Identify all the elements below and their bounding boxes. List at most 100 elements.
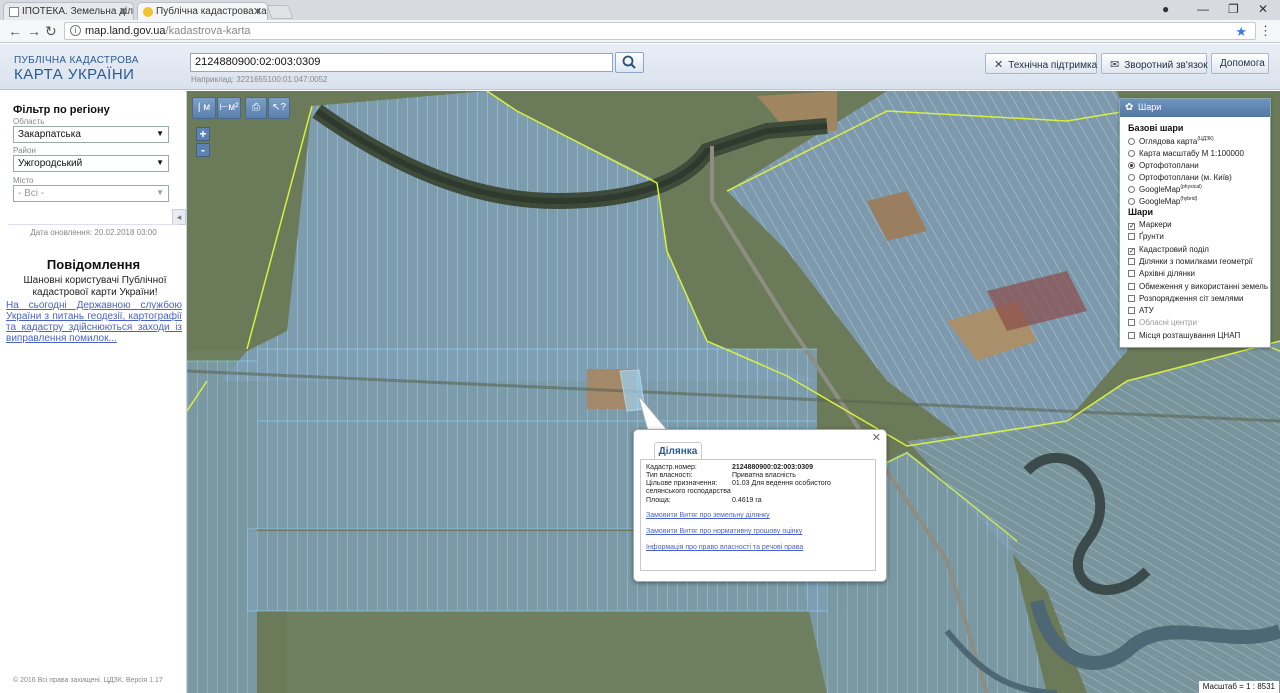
checkbox[interactable] bbox=[1128, 233, 1135, 241]
popup-body: Кадастр.номер: 2124880900:02:003:0309 Тип… bbox=[640, 459, 876, 571]
browser-tab-ipoteka[interactable]: ІПОТЕКА. Земельна ділян ✕ bbox=[3, 2, 134, 20]
row-key: Кадастр.номер: bbox=[646, 464, 697, 471]
address-bar: ← → ↻ i map.land.gov.ua/kadastrova-karta… bbox=[0, 20, 1280, 43]
reload-icon[interactable]: ↻ bbox=[45, 23, 57, 39]
checkbox[interactable] bbox=[1128, 270, 1135, 278]
overlay-layer-option[interactable]: Розпорядження сіт землями bbox=[1128, 294, 1244, 303]
city-label: Місто bbox=[13, 176, 34, 185]
overlay-layer-option[interactable]: АТУ bbox=[1128, 306, 1154, 315]
oblast-value: Закарпатська bbox=[18, 129, 81, 140]
base-layer-option[interactable]: Ортофотоплани bbox=[1128, 160, 1199, 170]
base-layer-option[interactable]: Карта масштабу М 1:100000 bbox=[1128, 148, 1244, 158]
tab-parcel[interactable]: Ділянка bbox=[654, 442, 702, 460]
checkbox[interactable]: ✓ bbox=[1128, 223, 1135, 230]
close-icon[interactable]: ✕ bbox=[872, 431, 881, 444]
close-icon[interactable]: ✕ bbox=[253, 5, 262, 18]
radio-button[interactable] bbox=[1128, 150, 1135, 157]
new-tab-button[interactable] bbox=[266, 5, 294, 19]
bookmark-star-icon[interactable]: ★ bbox=[1235, 24, 1247, 40]
gear-icon: ✿ bbox=[1125, 102, 1134, 113]
ruler-length-button[interactable]: | м bbox=[192, 97, 216, 119]
base-layer-label: Ортофотоплани bbox=[1139, 161, 1199, 170]
overlay-layer-option[interactable]: Обмеження у використанні земель bbox=[1128, 282, 1268, 291]
checkbox[interactable] bbox=[1128, 307, 1135, 315]
tab-title: Публічна кадастрова ка bbox=[156, 6, 267, 17]
base-layer-label: GoogleMap bbox=[1139, 185, 1181, 194]
maximize-icon[interactable]: ❐ bbox=[1228, 2, 1239, 16]
profile-icon[interactable]: ● bbox=[1162, 2, 1169, 16]
radio-button[interactable] bbox=[1128, 138, 1135, 145]
city-select[interactable]: - Всі - ▼ bbox=[13, 185, 169, 202]
window-close-icon[interactable]: ✕ bbox=[1258, 2, 1268, 16]
base-layer-option[interactable]: Оглядова карта(ЦДЗК) bbox=[1128, 136, 1214, 146]
search-button[interactable] bbox=[615, 52, 644, 73]
overlay-layer-option[interactable]: ✓ Кадастровий поділ bbox=[1128, 245, 1209, 255]
info-icon[interactable]: i bbox=[70, 25, 81, 36]
base-layer-option[interactable]: GoogleMap(physical) bbox=[1128, 184, 1202, 194]
zoom-in-button[interactable]: + bbox=[196, 127, 210, 141]
checkbox[interactable] bbox=[1128, 257, 1135, 265]
overlay-layer-label: Маркери bbox=[1139, 220, 1172, 229]
radio-button[interactable] bbox=[1128, 198, 1135, 205]
base-layer-option[interactable]: Ортофотоплани (м. Київ) bbox=[1128, 172, 1232, 182]
overlay-layer-option[interactable]: Обласні центри bbox=[1128, 318, 1197, 327]
overlay-layer-option[interactable]: Ґрунти bbox=[1128, 232, 1164, 241]
radio-button[interactable] bbox=[1128, 186, 1135, 193]
tech-support-button[interactable]: ✕ Технічна підтримка bbox=[985, 53, 1097, 74]
browser-menu-icon[interactable]: ⋮ bbox=[1259, 23, 1272, 39]
news-text: Шановні користувачі Публічної кадастрово… bbox=[23, 275, 167, 298]
oblast-label: Область bbox=[13, 117, 45, 126]
ownership-info-link[interactable]: Інформація про право власності та речові… bbox=[646, 544, 803, 551]
popup-row-ownership: Тип власності: Приватна власність bbox=[646, 472, 796, 479]
identify-button[interactable]: ↖? bbox=[268, 97, 290, 119]
overlay-layer-option[interactable]: Ділянки з помилками геометрії bbox=[1128, 257, 1253, 266]
layers-header[interactable]: ✿ Шари bbox=[1120, 99, 1270, 117]
forward-arrow-icon[interactable]: → bbox=[27, 23, 41, 39]
url-input[interactable]: i map.land.gov.ua/kadastrova-karta ★ bbox=[64, 22, 1256, 40]
ruler-area-button[interactable]: ⊢м² bbox=[217, 97, 241, 119]
checkbox[interactable] bbox=[1128, 294, 1135, 302]
close-icon[interactable]: ✕ bbox=[119, 5, 128, 18]
update-date: Дата оновлення: 20.02.2018 03:00 bbox=[30, 228, 157, 237]
feedback-button[interactable]: ✉ Зворотний зв'язок bbox=[1101, 53, 1208, 74]
radio-button[interactable] bbox=[1128, 174, 1135, 181]
checkbox[interactable] bbox=[1128, 331, 1135, 339]
overlay-layer-option[interactable]: ✓ Маркери bbox=[1128, 220, 1172, 230]
app-header: ПУБЛІЧНА КАДАСТРОВА КАРТА УКРАЇНИ 212488… bbox=[0, 44, 1280, 90]
checkbox[interactable] bbox=[1128, 319, 1135, 327]
checkbox[interactable]: ✓ bbox=[1128, 247, 1135, 255]
overlay-layer-label: Обласні центри bbox=[1139, 318, 1197, 328]
print-button[interactable]: ⎙ bbox=[245, 97, 267, 119]
popup-row-cadnum: Кадастр.номер: 2124880900:02:003:0309 bbox=[646, 464, 813, 471]
cadastral-search-input[interactable]: 2124880900:02:003:0309 bbox=[190, 53, 613, 72]
radio-button[interactable] bbox=[1128, 162, 1135, 169]
minimize-icon[interactable]: — bbox=[1197, 2, 1209, 16]
rayon-label: Район bbox=[13, 146, 36, 155]
base-layer-sup: (physical) bbox=[1180, 184, 1202, 190]
checkbox[interactable] bbox=[1128, 282, 1135, 290]
browser-tab-kadastr[interactable]: Публічна кадастрова ка ✕ bbox=[137, 2, 268, 20]
base-layer-label: GoogleMap bbox=[1139, 197, 1181, 206]
overlay-layer-option[interactable]: Архівні ділянки bbox=[1128, 269, 1195, 278]
base-layer-sup: (ЦДЗК) bbox=[1197, 136, 1214, 142]
base-layer-label: Оглядова карта bbox=[1139, 137, 1198, 146]
popup-row-area: Площа: 0.4619 га bbox=[646, 497, 762, 504]
zoom-out-button[interactable]: - bbox=[196, 143, 210, 157]
rayon-select[interactable]: Ужгородський ▼ bbox=[13, 155, 169, 172]
help-button[interactable]: Допомога bbox=[1211, 53, 1269, 74]
browser-tabstrip: ІПОТЕКА. Земельна ділян ✕ Публічна кадас… bbox=[0, 0, 1280, 20]
feedback-label: Зворотний зв'язок bbox=[1124, 60, 1208, 71]
back-arrow-icon[interactable]: ← bbox=[8, 23, 22, 39]
order-valuation-link[interactable]: Замовити Витяг про нормативну грошову оц… bbox=[646, 528, 802, 535]
orthophoto-map[interactable] bbox=[187, 91, 1280, 693]
news-link[interactable]: На сьогодні Державною службою України з … bbox=[6, 300, 182, 344]
order-extract-link[interactable]: Замовити Витяг про земельну ділянку bbox=[646, 512, 770, 519]
collapse-panel-button[interactable]: ◂ bbox=[172, 209, 186, 225]
map-view[interactable]: | м ⊢м² ⎙ ↖? + - ✕ Ділянка Кадастр.номер… bbox=[187, 91, 1280, 693]
overlay-layer-option[interactable]: Місця розташування ЦНАП bbox=[1128, 331, 1240, 340]
left-panel: Фільтр по регіону Область Закарпатська ▼ … bbox=[0, 91, 187, 693]
oblast-select[interactable]: Закарпатська ▼ bbox=[13, 126, 169, 143]
base-layer-option[interactable]: GoogleMap(hybrid) bbox=[1128, 196, 1197, 206]
tech-support-label: Технічна підтримка bbox=[1008, 60, 1098, 71]
divider bbox=[8, 224, 178, 225]
